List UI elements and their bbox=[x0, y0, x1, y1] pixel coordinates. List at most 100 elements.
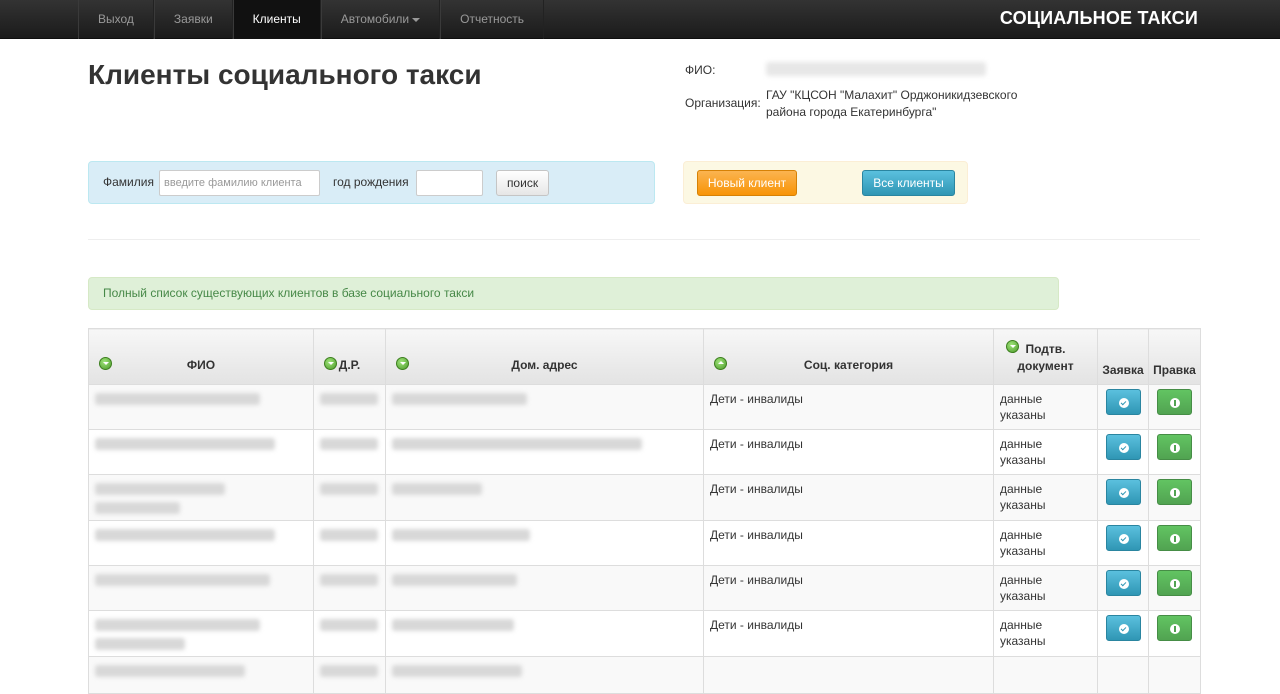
sort-circle-icon[interactable] bbox=[714, 357, 727, 370]
birth-year-input[interactable] bbox=[416, 170, 483, 196]
cell-document: данные указаны bbox=[993, 520, 1098, 566]
column-header-address[interactable]: Дом. адрес bbox=[385, 328, 704, 385]
cell-address-redacted bbox=[385, 474, 704, 521]
sort-circle-icon[interactable] bbox=[99, 357, 112, 370]
cell-dob-redacted bbox=[313, 656, 386, 694]
cell-category: Дети - инвалиды bbox=[703, 520, 994, 566]
sort-circle-icon[interactable] bbox=[1006, 340, 1019, 353]
cell-fio-redacted bbox=[88, 610, 314, 657]
cell-category: Дети - инвалиды bbox=[703, 429, 994, 475]
table-row bbox=[88, 656, 1201, 694]
cell-fio-redacted bbox=[88, 565, 314, 611]
nav-item-requests[interactable]: Заявки bbox=[153, 0, 233, 39]
clients-table: ФИО Д.Р. Дом. адрес Соц. категория Подтв… bbox=[88, 328, 1201, 694]
cell-document: данные указаны bbox=[993, 610, 1098, 657]
client-actions-panel: Новый клиент Все клиенты bbox=[683, 161, 968, 204]
cell-dob-redacted bbox=[313, 384, 386, 430]
edit-client-button[interactable] bbox=[1157, 434, 1192, 460]
create-request-button[interactable] bbox=[1106, 615, 1141, 641]
edit-client-button[interactable] bbox=[1157, 525, 1192, 551]
column-header-edit: Правка bbox=[1148, 328, 1201, 385]
cell-document: данные указаны bbox=[993, 474, 1098, 521]
column-header-document[interactable]: Подтв. документ bbox=[993, 328, 1098, 385]
all-clients-button[interactable]: Все клиенты bbox=[862, 170, 955, 196]
cell-dob-redacted bbox=[313, 610, 386, 657]
cell-request bbox=[1097, 520, 1149, 566]
info-circle-icon bbox=[1170, 624, 1180, 634]
cell-address-redacted bbox=[385, 429, 704, 475]
cell-request bbox=[1097, 565, 1149, 611]
cell-dob-redacted bbox=[313, 429, 386, 475]
cell-category: Дети - инвалиды bbox=[703, 474, 994, 521]
cell-document: данные указаны bbox=[993, 429, 1098, 475]
create-request-button[interactable] bbox=[1106, 570, 1141, 596]
info-alert: Полный список существующих клиентов в ба… bbox=[88, 277, 1059, 310]
table-row: Дети - инвалиды данные указаны bbox=[88, 520, 1201, 566]
column-header-dob-label: Д.Р. bbox=[338, 358, 361, 372]
table-row: Дети - инвалиды данные указаны bbox=[88, 610, 1201, 657]
top-navbar: Выход Заявки Клиенты Автомобили Отчетнос… bbox=[0, 0, 1280, 39]
edit-client-button[interactable] bbox=[1157, 479, 1192, 505]
cell-fio-redacted bbox=[88, 429, 314, 475]
cell-request bbox=[1097, 429, 1149, 475]
column-header-address-label: Дом. адрес bbox=[511, 358, 578, 372]
create-request-button[interactable] bbox=[1106, 389, 1141, 415]
organization-value: ГАУ "КЦСОН "Малахит" Орджоникидзевского … bbox=[766, 88, 1018, 119]
create-request-button[interactable] bbox=[1106, 479, 1141, 505]
divider bbox=[88, 239, 1200, 240]
check-circle-icon bbox=[1119, 579, 1129, 589]
cell-dob-redacted bbox=[313, 565, 386, 611]
table-row: Дети - инвалиды данные указаны bbox=[88, 565, 1201, 611]
table-row: Дети - инвалиды данные указаны bbox=[88, 384, 1201, 430]
page-title: Клиенты социального такси bbox=[88, 59, 482, 90]
column-header-fio[interactable]: ФИО bbox=[88, 328, 314, 385]
cell-dob-redacted bbox=[313, 474, 386, 521]
nav-item-logout[interactable]: Выход bbox=[78, 0, 154, 39]
cell-edit bbox=[1148, 474, 1201, 521]
nav-menu: Выход Заявки Клиенты Автомобили Отчетнос… bbox=[78, 0, 545, 39]
table-row: Дети - инвалиды данные указаны bbox=[88, 474, 1201, 521]
cell-request bbox=[1097, 384, 1149, 430]
cell-document: данные указаны bbox=[993, 565, 1098, 611]
check-circle-icon bbox=[1119, 488, 1129, 498]
nav-item-cars[interactable]: Автомобили bbox=[320, 0, 441, 39]
edit-client-button[interactable] bbox=[1157, 389, 1192, 415]
cell-request-partial bbox=[1097, 656, 1149, 694]
nav-item-reports[interactable]: Отчетность bbox=[440, 0, 545, 39]
fio-value-redacted bbox=[766, 62, 986, 76]
info-circle-icon bbox=[1170, 534, 1180, 544]
cell-category: Дети - инвалиды bbox=[703, 384, 994, 430]
cell-edit-partial bbox=[1148, 656, 1201, 694]
organization-label: Организация: bbox=[685, 96, 761, 110]
cell-edit bbox=[1148, 429, 1201, 475]
surname-input[interactable] bbox=[159, 170, 320, 196]
cell-request bbox=[1097, 474, 1149, 521]
cell-request bbox=[1097, 610, 1149, 657]
nav-item-clients[interactable]: Клиенты bbox=[232, 0, 321, 39]
cell-address-redacted bbox=[385, 384, 704, 430]
column-header-category-label: Соц. категория bbox=[803, 358, 894, 372]
cell-edit bbox=[1148, 610, 1201, 657]
info-circle-icon bbox=[1170, 579, 1180, 589]
search-button[interactable]: поиск bbox=[496, 170, 549, 196]
birth-year-label: год рождения bbox=[333, 175, 409, 189]
cell-category: Дети - инвалиды bbox=[703, 610, 994, 657]
cell-category-partial bbox=[703, 656, 994, 694]
column-header-dob[interactable]: Д.Р. bbox=[313, 328, 386, 385]
info-circle-icon bbox=[1170, 443, 1180, 453]
sort-circle-icon[interactable] bbox=[396, 357, 409, 370]
fio-label: ФИО: bbox=[685, 63, 716, 77]
new-client-button[interactable]: Новый клиент bbox=[697, 170, 797, 196]
create-request-button[interactable] bbox=[1106, 434, 1141, 460]
create-request-button[interactable] bbox=[1106, 525, 1141, 551]
column-header-category[interactable]: Соц. категория bbox=[703, 328, 994, 385]
sort-circle-icon[interactable] bbox=[324, 357, 337, 370]
info-circle-icon bbox=[1170, 398, 1180, 408]
edit-client-button[interactable] bbox=[1157, 570, 1192, 596]
check-circle-icon bbox=[1119, 443, 1129, 453]
nav-item-cars-label: Автомобили bbox=[340, 12, 410, 26]
cell-document-partial bbox=[993, 656, 1098, 694]
cell-fio-redacted bbox=[88, 474, 314, 521]
cell-edit bbox=[1148, 565, 1201, 611]
edit-client-button[interactable] bbox=[1157, 615, 1192, 641]
